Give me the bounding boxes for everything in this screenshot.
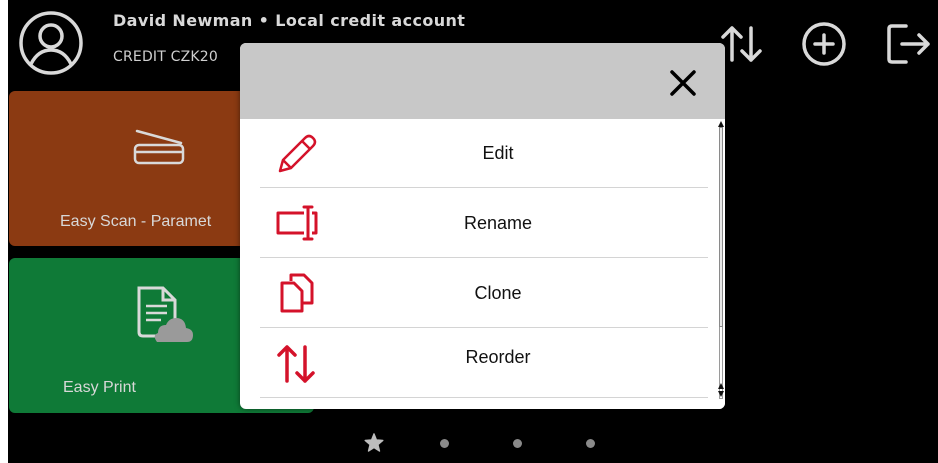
menu-list: Edit Rename Clone Reorder (240, 119, 718, 409)
menu-scrollbar[interactable] (717, 119, 725, 409)
add-icon[interactable] (800, 20, 848, 68)
divider (260, 257, 708, 258)
menu-item-reorder[interactable]: Reorder (240, 329, 708, 398)
user-avatar-icon[interactable] (18, 10, 84, 76)
clone-icon (280, 273, 314, 313)
reorder-arrows-icon[interactable] (718, 20, 766, 68)
menu-item-clone[interactable]: Clone (240, 259, 708, 328)
user-account-line: David Newman • Local credit account (113, 11, 466, 30)
scroll-up-arrow-icon[interactable] (718, 383, 724, 389)
reorder-icon (277, 345, 315, 383)
page-dot[interactable] (586, 439, 595, 448)
divider (260, 187, 708, 188)
star-icon[interactable] (363, 432, 385, 454)
context-menu-dialog: Edit Rename Clone Reorder (240, 43, 725, 409)
menu-item-label: Edit (482, 143, 514, 163)
page-dot[interactable] (513, 439, 522, 448)
scroll-down-arrow-icon[interactable] (718, 391, 724, 397)
menu-item-rename[interactable]: Rename (240, 189, 708, 258)
scroll-thumb[interactable] (719, 127, 723, 327)
divider (260, 327, 708, 328)
menu-item-label: Rename (463, 213, 533, 233)
dialog-header (240, 43, 725, 119)
rename-icon (276, 205, 318, 241)
document-cloud-icon (137, 286, 193, 342)
menu-item-label: Clone (474, 283, 522, 303)
page-indicator (8, 432, 938, 454)
divider (260, 397, 708, 398)
scanner-icon (133, 129, 185, 165)
close-icon[interactable] (667, 67, 699, 99)
page-dot[interactable] (440, 439, 449, 448)
pencil-icon (278, 134, 317, 173)
credit-balance: CREDIT CZK20 (113, 49, 219, 65)
logout-icon[interactable] (884, 20, 932, 68)
menu-item-label: Reorder (465, 347, 531, 367)
menu-item-edit[interactable]: Edit (240, 119, 708, 188)
